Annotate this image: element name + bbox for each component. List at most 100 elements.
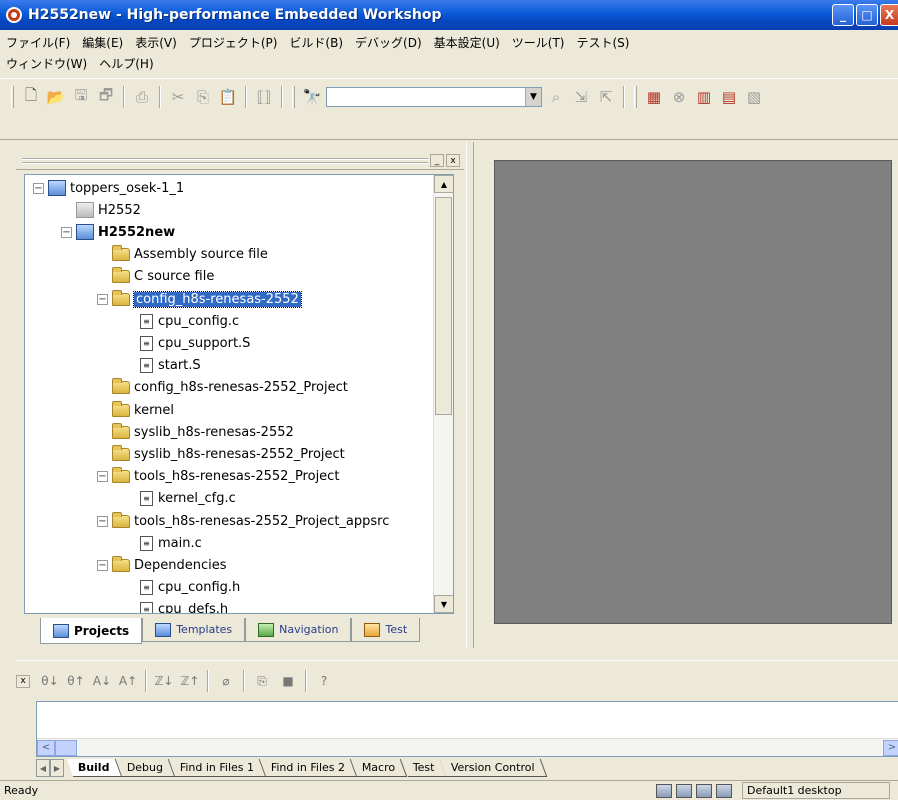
tree-node[interactable]: ≡ cpu_config.h (125, 577, 240, 599)
menu-item[interactable]: プロジェクト(P) (189, 34, 278, 51)
tab-projects[interactable]: Projects (40, 618, 143, 644)
tree-node[interactable]: ≡ kernel_cfg.c (125, 488, 236, 510)
minimize-button[interactable]: _ (832, 4, 854, 26)
output-tab[interactable]: Test (401, 759, 447, 777)
output-tab[interactable]: Version Control (439, 759, 548, 777)
panel-minimize-button[interactable]: _ (430, 154, 444, 167)
menu-item[interactable]: テスト(S) (577, 34, 630, 51)
menu-item[interactable]: 編集(E) (82, 34, 123, 51)
toolbar-grip[interactable] (11, 86, 14, 108)
save-icon[interactable]: ■ (276, 670, 300, 692)
tree-expander-icon[interactable]: − (61, 226, 72, 238)
build-all-icon[interactable]: ▥ (693, 86, 715, 108)
open-folder-icon[interactable]: 📂 (45, 86, 67, 108)
clean-icon[interactable]: ▧ (743, 86, 765, 108)
menu-item[interactable]: ファイル(F) (6, 34, 70, 51)
tree-node[interactable]: ≡ cpu_config.c (125, 310, 239, 332)
tree-node[interactable]: Assembly source file (97, 244, 268, 266)
desktop-1-icon[interactable] (656, 783, 672, 798)
toolbar-grip[interactable] (634, 86, 637, 108)
tree-node[interactable]: config_h8s-renesas-2552_Project (97, 377, 348, 399)
tree-node[interactable]: ≡ cpu_support.S (125, 332, 250, 354)
find-next-icon[interactable]: ⇲ (570, 86, 592, 108)
tree-node[interactable]: syslib_h8s-renesas-2552_Project (97, 443, 345, 465)
tree-expander-icon[interactable]: − (97, 471, 108, 483)
alpha-descending-icon[interactable]: A↑ (116, 670, 140, 692)
new-file-icon[interactable]: 🗋 (20, 86, 42, 108)
sort-descending-icon[interactable]: θ↑ (64, 670, 88, 692)
output-tab[interactable]: Debug (115, 759, 176, 777)
tree-node[interactable]: ≡ main.c (125, 532, 202, 554)
tab-nav-right-icon[interactable]: ▶ (50, 759, 64, 777)
maximize-button[interactable]: □ (856, 4, 878, 26)
alpha-ascending-icon[interactable]: A↓ (90, 670, 114, 692)
output-tab[interactable]: Find in Files 1 (168, 759, 267, 777)
output-horizontal-scrollbar[interactable]: < > (37, 738, 898, 756)
line-ascending-icon[interactable]: ℤ↓ (152, 670, 176, 692)
tab-navigation[interactable]: Navigation (245, 618, 352, 642)
tree-node[interactable]: − Dependencies (97, 554, 227, 576)
print-icon[interactable]: ⎙ (131, 86, 153, 108)
brackets-icon[interactable]: ⟦⟧ (253, 86, 275, 108)
panel-close-button[interactable]: x (446, 154, 460, 167)
tree-node[interactable]: ≡ cpu_defs.h (125, 599, 228, 613)
desktop-4-icon[interactable] (716, 783, 732, 798)
find-prev-icon[interactable]: ⇱ (595, 86, 617, 108)
menu-item[interactable]: ビルド(B) (289, 34, 343, 51)
save-icon[interactable]: 🖫 (70, 86, 92, 108)
output-tab[interactable]: Build (66, 759, 122, 777)
line-descending-icon[interactable]: ℤ↑ (178, 670, 202, 692)
tab-nav-left-icon[interactable]: ◀ (36, 759, 50, 777)
tree-node[interactable]: − tools_h8s-renesas-2552_Project_appsrc (97, 510, 389, 532)
menu-item[interactable]: 基本設定(U) (434, 34, 500, 51)
menu-item[interactable]: デバッグ(D) (355, 34, 422, 51)
scroll-up-icon[interactable]: ▲ (434, 175, 453, 193)
close-button[interactable]: X (880, 4, 898, 26)
tree-expander-icon[interactable]: − (97, 293, 108, 305)
desktop-2-icon[interactable] (676, 783, 692, 798)
tab-templates[interactable]: Templates (142, 618, 246, 642)
build-file-icon[interactable]: ▤ (718, 86, 740, 108)
scroll-right-icon[interactable]: > (883, 739, 898, 756)
tree-node[interactable]: kernel (97, 399, 174, 421)
tree-expander-icon[interactable]: − (97, 515, 108, 527)
find-icon[interactable]: 🔭 (301, 86, 323, 108)
stop-build-icon[interactable]: ⊗ (668, 86, 690, 108)
find-in-files-icon[interactable]: ⌕ (545, 86, 567, 108)
tree-vertical-scrollbar[interactable]: ▲ ▼ (433, 175, 453, 613)
copy-icon[interactable]: ⎘ (250, 670, 274, 692)
menu-item[interactable]: ヘルプ(H) (99, 55, 153, 72)
cut-icon[interactable]: ✂ (167, 86, 189, 108)
save-all-icon[interactable]: 🗗 (95, 86, 117, 108)
help-icon[interactable]: ? (312, 670, 336, 692)
build-icon[interactable]: ▦ (643, 86, 665, 108)
panel-title-grip[interactable]: _ x (16, 152, 464, 170)
paste-icon[interactable]: 📋 (217, 86, 239, 108)
tree-node[interactable]: − H2552new (61, 221, 175, 243)
tree-expander-icon[interactable]: − (33, 182, 44, 194)
combo-dropdown-icon[interactable]: ▼ (525, 88, 541, 106)
output-tab[interactable]: Macro (350, 759, 408, 777)
scroll-thumb[interactable] (435, 197, 452, 415)
menu-item[interactable]: ツール(T) (512, 34, 565, 51)
tree-node[interactable]: − toppers_osek-1_1 (33, 177, 184, 199)
menu-item[interactable]: ウィンドウ(W) (6, 55, 87, 72)
tree-node[interactable]: syslib_h8s-renesas-2552 (97, 421, 294, 443)
scroll-down-icon[interactable]: ▼ (434, 595, 453, 613)
tree-node[interactable]: C source file (97, 266, 214, 288)
tree-node[interactable]: − tools_h8s-renesas-2552_Project (97, 466, 339, 488)
menu-item[interactable]: 表示(V) (135, 34, 177, 51)
output-text-area[interactable]: < > (36, 701, 898, 757)
tree-node[interactable]: ≡ start.S (125, 355, 201, 377)
scroll-left-icon[interactable]: < (37, 739, 55, 756)
horizontal-scroll-thumb[interactable] (55, 740, 77, 756)
tree-node[interactable]: H2552 (61, 199, 141, 221)
copy-icon[interactable]: ⎘ (192, 86, 214, 108)
sort-ascending-icon[interactable]: θ↓ (38, 670, 62, 692)
toolbar-grip[interactable] (292, 86, 295, 108)
clear-icon[interactable]: ⌀ (214, 670, 238, 692)
find-combo[interactable]: ▼ (326, 87, 542, 107)
vertical-splitter[interactable] (466, 142, 474, 648)
tree-node[interactable]: − config_h8s-renesas-2552 (97, 288, 302, 310)
tab-test[interactable]: Test (351, 618, 421, 642)
